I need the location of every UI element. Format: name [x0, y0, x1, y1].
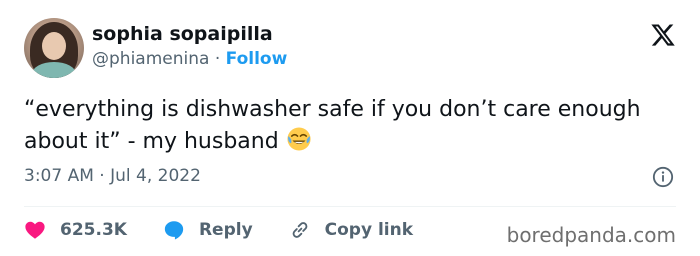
like-button[interactable]: 625.3K — [24, 219, 127, 241]
copy-link-button[interactable]: Copy link — [289, 219, 413, 241]
heart-icon — [25, 221, 45, 239]
avatar[interactable] — [24, 18, 84, 78]
divider — [24, 206, 676, 207]
handle-row: @phiamenina · Follow — [92, 49, 287, 69]
action-bar: 625.3K Reply Copy link — [24, 214, 449, 246]
face-with-tears-of-joy-icon — [287, 127, 311, 151]
timestamp[interactable]: 3:07 AM · Jul 4, 2022 — [24, 166, 201, 186]
reply-bubble-icon — [164, 221, 184, 240]
user-handle[interactable]: @phiamenina — [92, 49, 209, 69]
watermark: boredpanda.com — [506, 223, 676, 247]
tweet-text: “everything is dishwasher safe if you do… — [24, 94, 664, 158]
handle-separator: · — [209, 49, 226, 69]
info-icon[interactable] — [652, 166, 674, 188]
tweet-body: “everything is dishwasher safe if you do… — [24, 97, 641, 154]
follow-button[interactable]: Follow — [226, 49, 288, 69]
link-icon — [292, 222, 307, 238]
x-logo-icon[interactable] — [650, 22, 676, 48]
like-count: 625.3K — [60, 220, 127, 240]
copy-link-label: Copy link — [324, 220, 414, 240]
reply-button[interactable]: Reply — [163, 219, 253, 241]
reply-label: Reply — [198, 220, 253, 240]
display-name[interactable]: sophia sopaipilla — [92, 23, 273, 45]
